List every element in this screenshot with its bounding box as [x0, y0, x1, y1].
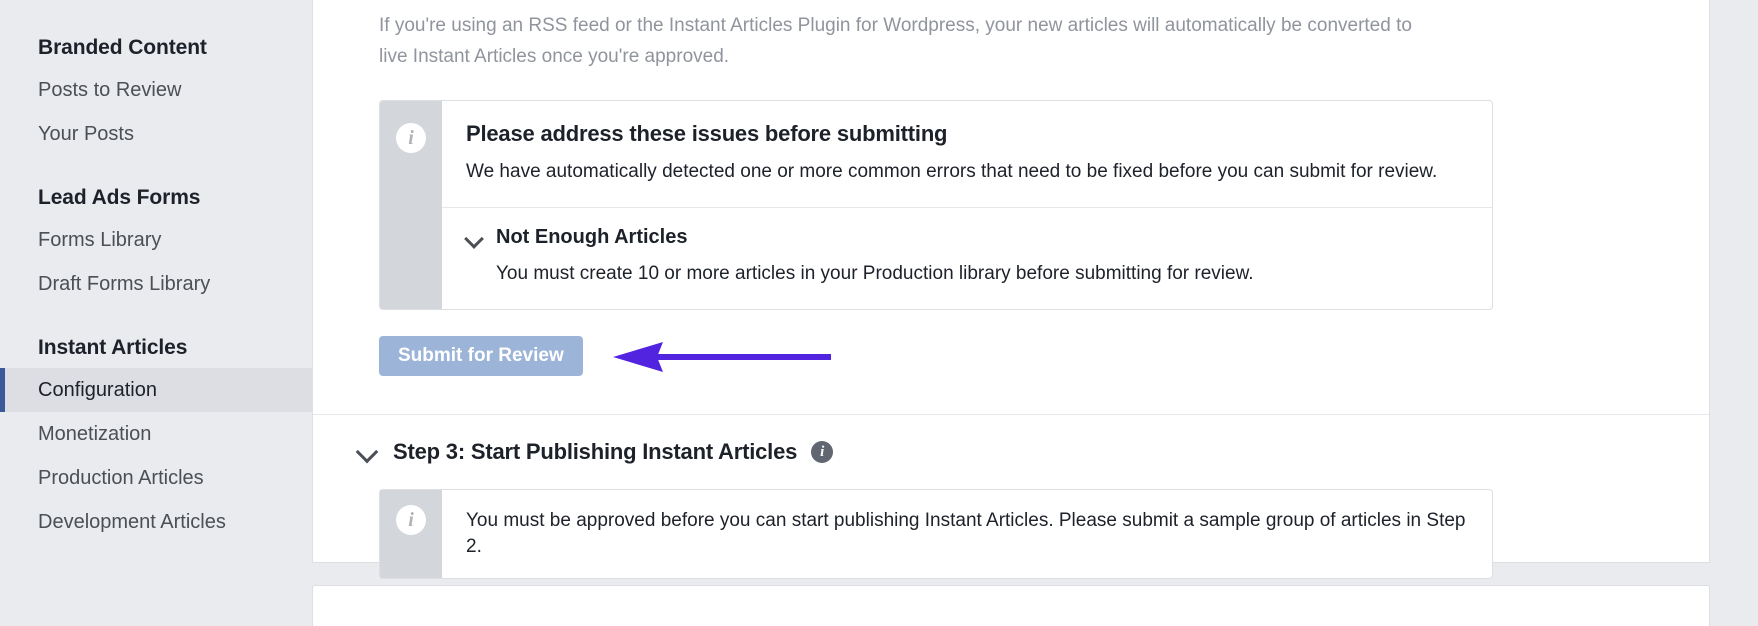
- sidebar-item-posts-to-review[interactable]: Posts to Review: [0, 68, 312, 112]
- info-icon: i: [396, 123, 426, 153]
- submit-row: Submit for Review: [379, 336, 1709, 376]
- sidebar-item-development-articles[interactable]: Development Articles: [0, 500, 312, 544]
- issues-alert-box: i Please address these issues before sub…: [379, 100, 1493, 310]
- sidebar-item-draft-forms-library[interactable]: Draft Forms Library: [0, 262, 312, 306]
- sidebar-item-production-articles[interactable]: Production Articles: [0, 456, 312, 500]
- sidebar-item-configuration[interactable]: Configuration: [0, 368, 312, 412]
- issues-alert-body: Please address these issues before submi…: [442, 101, 1492, 309]
- highlight-arrow: [613, 342, 831, 372]
- sidebar: Branded Content Posts to Review Your Pos…: [0, 0, 312, 626]
- chevron-down-icon[interactable]: [466, 229, 484, 247]
- chevron-down-icon[interactable]: [357, 441, 379, 463]
- sidebar-section-branded-content: Branded Content Posts to Review Your Pos…: [0, 28, 312, 156]
- sidebar-item-your-posts[interactable]: Your Posts: [0, 112, 312, 156]
- configuration-card: If you're using an RSS feed or the Insta…: [312, 0, 1710, 579]
- issue-title: Not Enough Articles: [496, 226, 688, 248]
- sidebar-group-title-lead-ads-forms: Lead Ads Forms: [38, 186, 201, 209]
- page-root: Branded Content Posts to Review Your Pos…: [0, 0, 1758, 626]
- issue-detail: You must create 10 or more articles in y…: [496, 263, 1254, 284]
- step3-notice-icon-column: i: [380, 490, 442, 578]
- intro-description: If you're using an RSS feed or the Insta…: [379, 15, 1412, 67]
- submit-for-review-button[interactable]: Submit for Review: [379, 336, 583, 376]
- next-card: [312, 585, 1710, 626]
- step3-notice-box: i You must be approved before you can st…: [379, 489, 1493, 579]
- info-icon: i: [396, 505, 426, 535]
- sidebar-item-monetization[interactable]: Monetization: [0, 412, 312, 456]
- sidebar-group-title-branded-content: Branded Content: [38, 36, 207, 59]
- step3-notice-text: You must be approved before you can star…: [466, 510, 1466, 557]
- step3-header[interactable]: Step 3: Start Publishing Instant Article…: [313, 415, 1709, 465]
- main-content: If you're using an RSS feed or the Insta…: [312, 0, 1758, 626]
- sidebar-item-forms-library[interactable]: Forms Library: [0, 218, 312, 262]
- info-icon[interactable]: i: [811, 441, 834, 463]
- issue-header[interactable]: Not Enough Articles: [466, 226, 1468, 249]
- issue-item-row: Not Enough Articles You must create 10 o…: [442, 208, 1492, 309]
- issues-alert-header-row: Please address these issues before submi…: [442, 101, 1492, 208]
- issues-alert-description: We have automatically detected one or mo…: [466, 161, 1438, 182]
- sidebar-section-lead-ads-forms: Lead Ads Forms Forms Library Draft Forms…: [0, 178, 312, 306]
- step3-title: Step 3: Start Publishing Instant Article…: [393, 439, 798, 464]
- sidebar-section-instant-articles: Instant Articles Configuration Monetizat…: [0, 328, 312, 544]
- issues-alert-title: Please address these issues before submi…: [466, 121, 948, 146]
- sidebar-group-title-instant-articles: Instant Articles: [38, 336, 188, 359]
- issues-alert-icon-column: i: [380, 101, 442, 309]
